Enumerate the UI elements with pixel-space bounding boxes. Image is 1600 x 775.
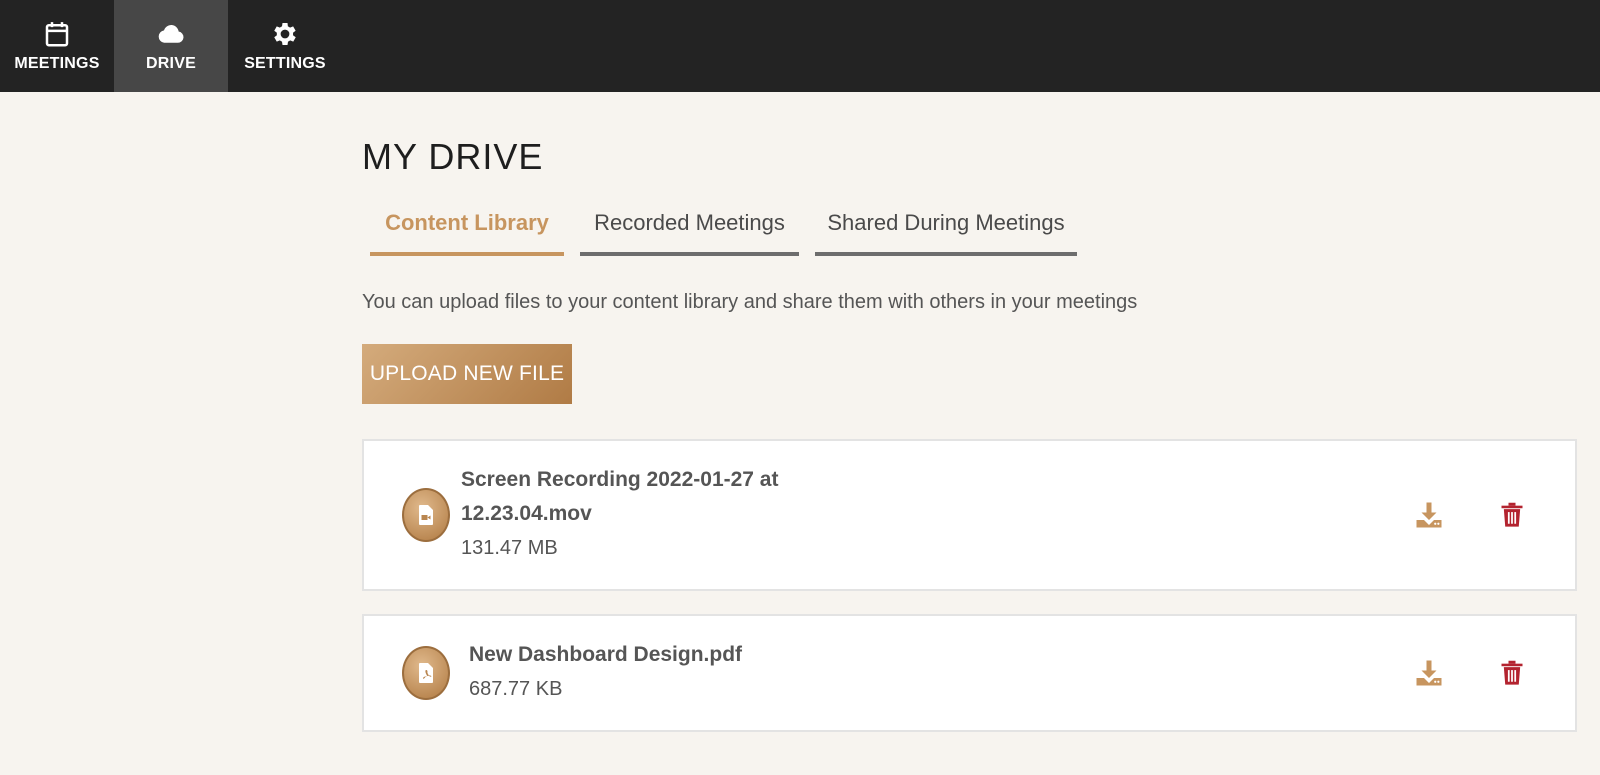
gear-icon <box>274 23 296 45</box>
download-button[interactable] <box>1412 656 1446 690</box>
tab-content-library[interactable]: Content Library <box>370 210 564 256</box>
file-info: New Dashboard Design.pdf 687.77 KB <box>469 638 869 706</box>
tab-recorded-meetings[interactable]: Recorded Meetings <box>580 210 799 256</box>
file-info: Screen Recording 2022-01-27 at 12.23.04.… <box>461 463 821 565</box>
delete-button[interactable] <box>1495 498 1529 532</box>
trash-icon <box>1501 502 1523 527</box>
download-icon <box>1416 660 1442 686</box>
nav-item-meetings[interactable]: MEETINGS <box>0 0 114 92</box>
page-title: MY DRIVE <box>362 136 544 177</box>
download-icon <box>1416 502 1442 528</box>
delete-button[interactable] <box>1495 656 1529 690</box>
upload-new-file-button[interactable]: UPLOAD NEW FILE <box>362 344 572 404</box>
video-file-icon <box>402 488 450 542</box>
file-name[interactable]: Screen Recording 2022-01-27 at 12.23.04.… <box>461 463 821 531</box>
cloud-icon <box>158 25 184 43</box>
page-description: You can upload files to your content lib… <box>362 291 1138 313</box>
trash-icon <box>1501 660 1523 685</box>
download-button[interactable] <box>1412 498 1446 532</box>
drive-tabs: Content Library Recorded Meetings Shared… <box>370 210 1093 256</box>
pdf-file-icon <box>402 646 450 700</box>
file-size: 131.47 MB <box>461 537 558 559</box>
file-item: Screen Recording 2022-01-27 at 12.23.04.… <box>362 439 1577 591</box>
top-nav: MEETINGS DRIVE SETTINGS <box>0 0 1600 92</box>
nav-label-settings: SETTINGS <box>244 55 326 72</box>
nav-label-meetings: MEETINGS <box>14 55 100 72</box>
file-name[interactable]: New Dashboard Design.pdf <box>469 638 869 672</box>
nav-item-drive[interactable]: DRIVE <box>114 0 228 92</box>
calendar-icon <box>45 22 69 47</box>
file-size: 687.77 KB <box>469 678 563 700</box>
nav-label-drive: DRIVE <box>146 55 196 72</box>
tab-shared-during-meetings[interactable]: Shared During Meetings <box>815 210 1077 256</box>
file-item: New Dashboard Design.pdf 687.77 KB <box>362 614 1577 732</box>
nav-item-settings[interactable]: SETTINGS <box>228 0 342 92</box>
